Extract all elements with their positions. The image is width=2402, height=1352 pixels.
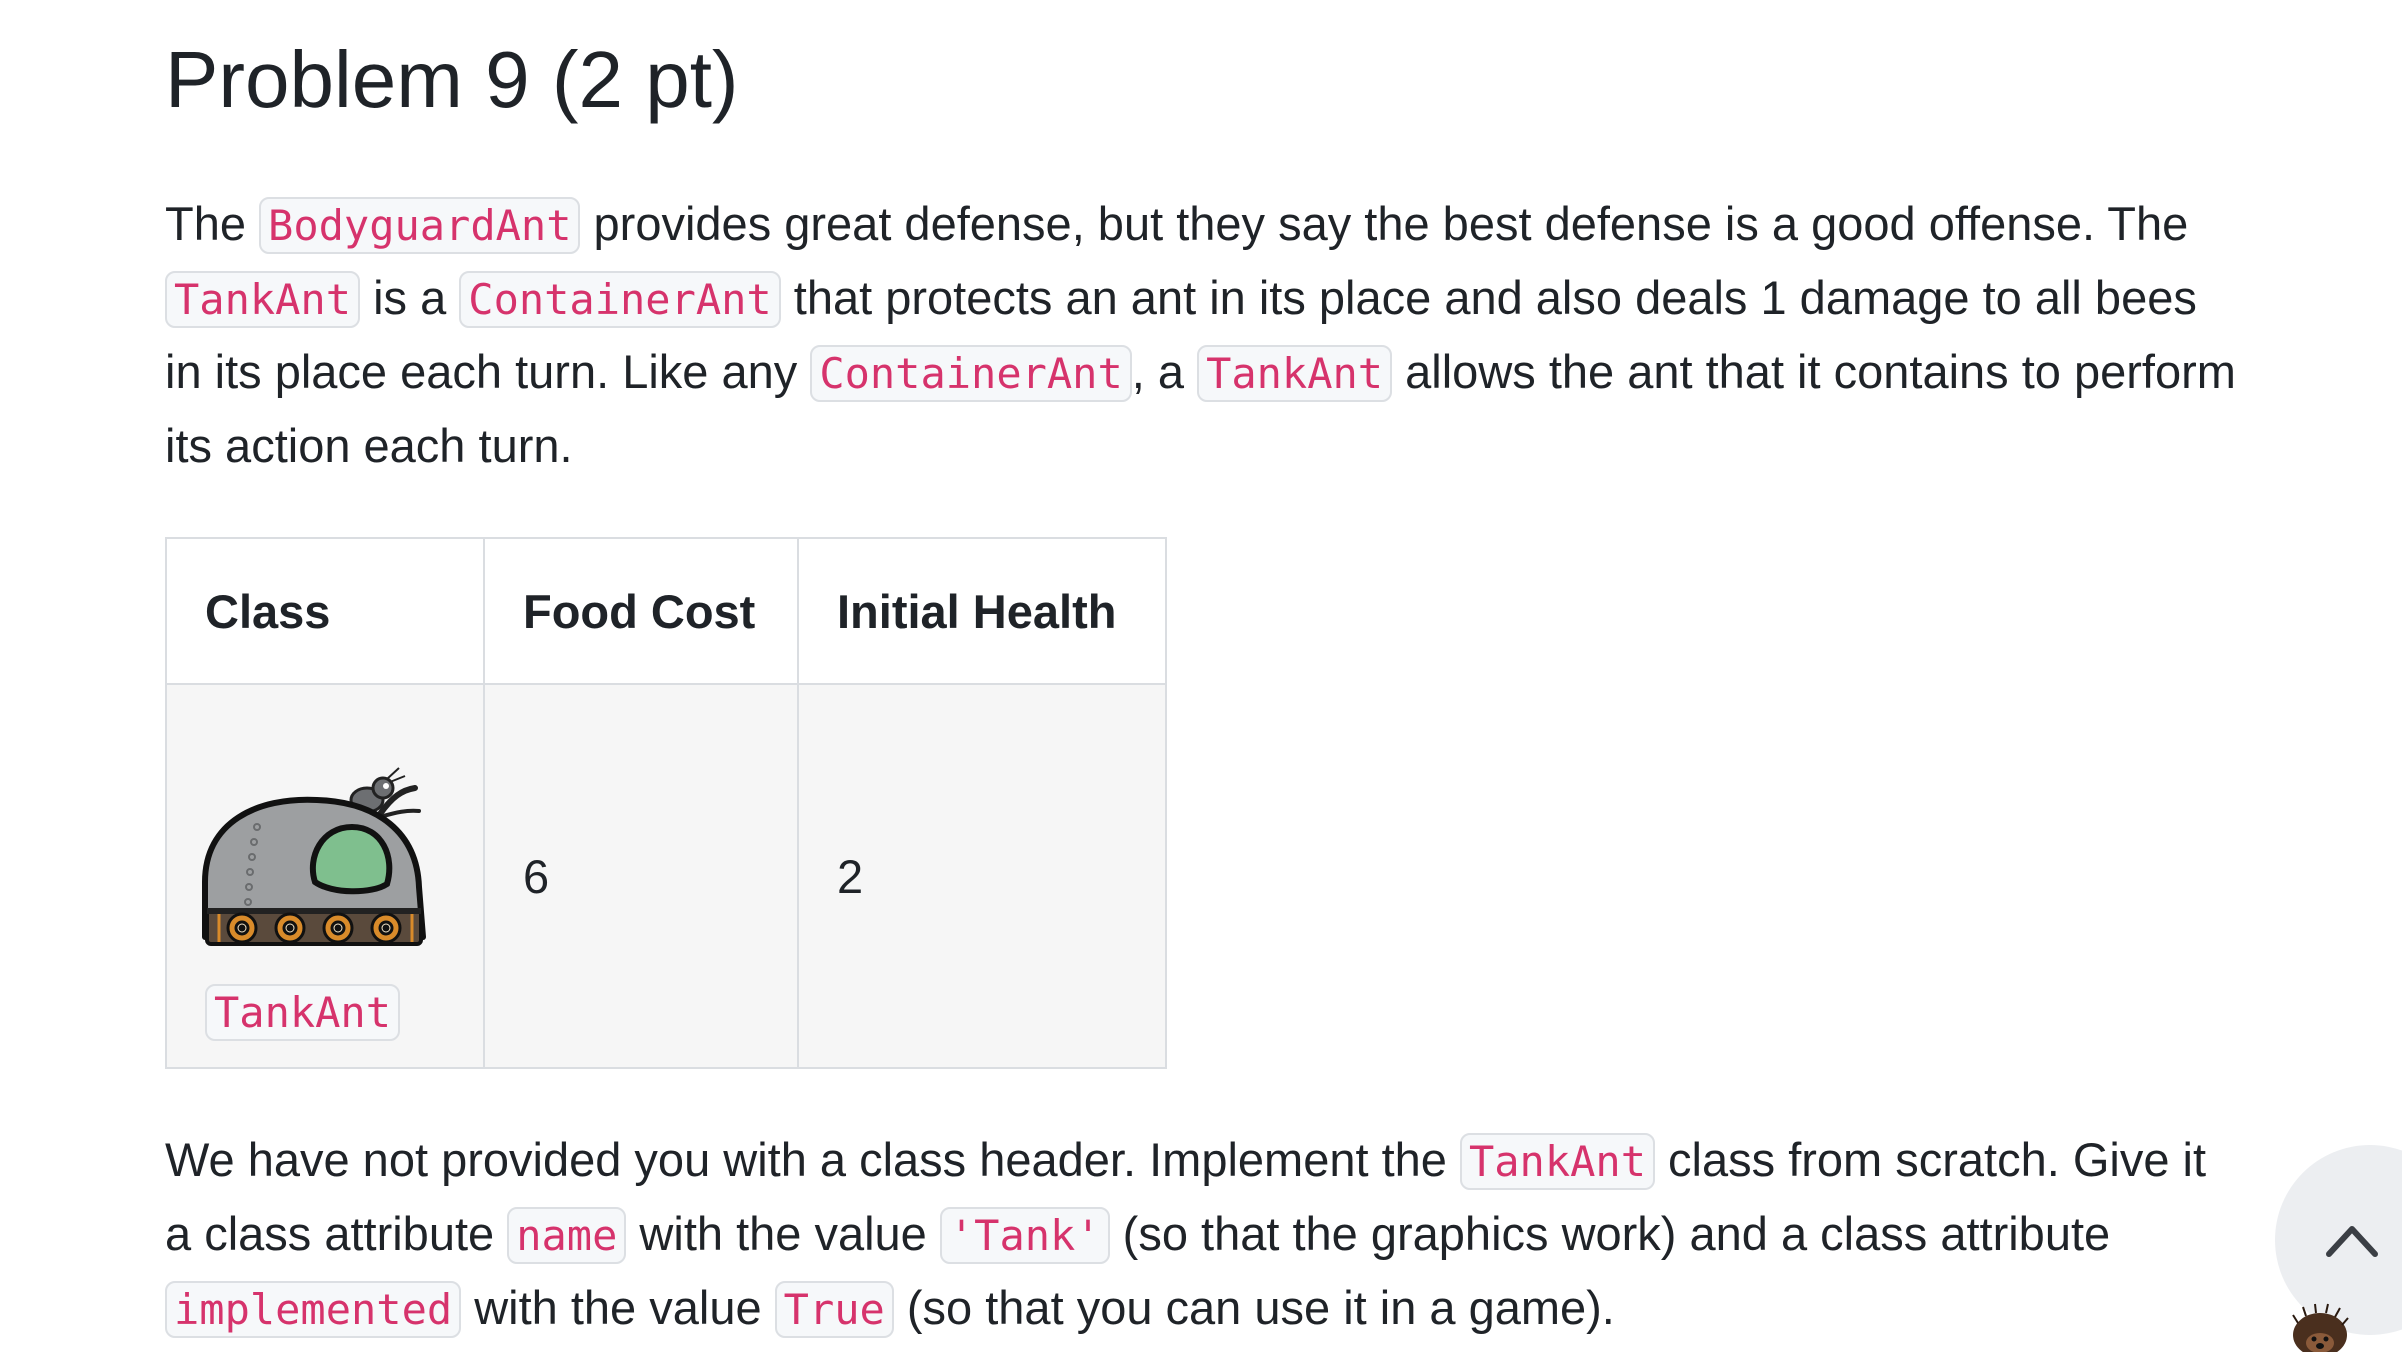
text-segment: provides great defense, but they say the… bbox=[580, 197, 2189, 250]
chevron-up-icon bbox=[2326, 1226, 2378, 1257]
code-true: True bbox=[774, 1281, 894, 1338]
code-tankant-class: TankAnt bbox=[205, 983, 401, 1041]
text-segment: with the value bbox=[461, 1281, 775, 1334]
code-tankant: TankAnt bbox=[1459, 1133, 1655, 1190]
code-tank-string: 'Tank' bbox=[939, 1207, 1110, 1264]
code-containerant: ContainerAnt bbox=[459, 271, 781, 328]
page: Problem 9 (2 pt) The BodyguardAnt provid… bbox=[0, 0, 2402, 1352]
header-class: Class bbox=[165, 537, 485, 685]
problem-description: The BodyguardAnt provides great defense,… bbox=[165, 188, 2245, 482]
code-containerant: ContainerAnt bbox=[810, 345, 1132, 402]
cell-food-cost: 6 bbox=[483, 683, 799, 1069]
code-bodyguardant: BodyguardAnt bbox=[259, 197, 581, 254]
problem-title: Problem 9 (2 pt) bbox=[165, 35, 739, 124]
text-segment: is a bbox=[360, 271, 460, 324]
header-food-cost: Food Cost bbox=[483, 537, 799, 685]
text-segment: We have not provided you with a class he… bbox=[165, 1133, 1460, 1186]
cell-initial-health: 2 bbox=[797, 683, 1167, 1069]
cell-class: TankAnt bbox=[165, 683, 485, 1069]
text-segment: , a bbox=[1131, 345, 1198, 398]
table-header-row: Class Food Cost Initial Health bbox=[165, 537, 1167, 685]
text-segment: with the value bbox=[626, 1207, 940, 1260]
text-segment: (so that the graphics work) and a class … bbox=[1109, 1207, 2111, 1260]
code-tankant: TankAnt bbox=[165, 271, 361, 328]
hedgehog-avatar-icon[interactable] bbox=[2290, 1303, 2350, 1352]
code-name: name bbox=[507, 1207, 627, 1264]
header-initial-health: Initial Health bbox=[797, 537, 1167, 685]
tank-ant-image bbox=[202, 766, 426, 946]
text-segment: (so that you can use it in a game). bbox=[893, 1281, 1615, 1334]
ant-info-table: Class Food Cost Initial Health TankAnt 6… bbox=[165, 537, 1167, 1069]
text-segment: The bbox=[165, 197, 260, 250]
implementation-instructions: We have not provided you with a class he… bbox=[165, 1124, 2245, 1346]
code-tankant: TankAnt bbox=[1197, 345, 1393, 402]
code-implemented: implemented bbox=[165, 1281, 462, 1338]
table-row: TankAnt 6 2 bbox=[165, 683, 1167, 1069]
